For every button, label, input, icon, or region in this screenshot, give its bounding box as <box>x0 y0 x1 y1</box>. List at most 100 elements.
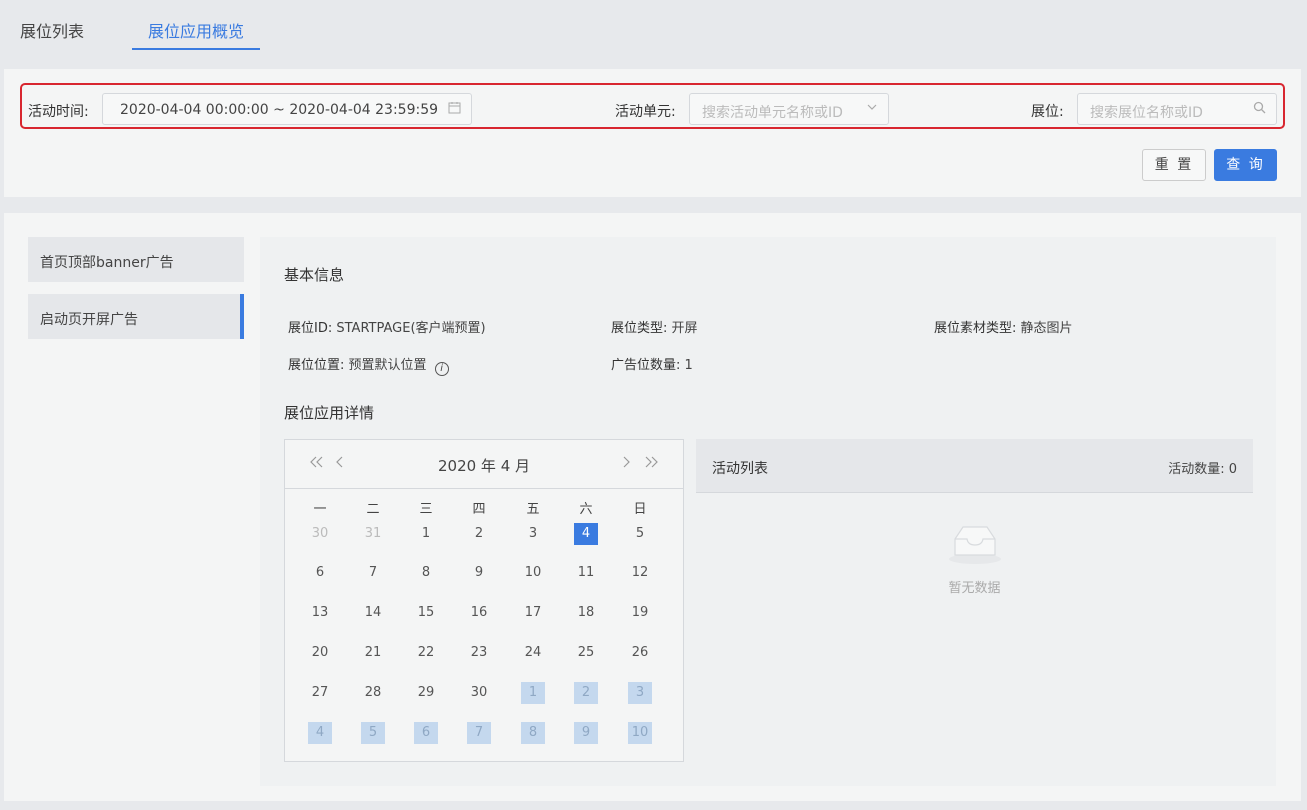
calendar-day[interactable]: 3 <box>521 523 545 545</box>
calendar-day[interactable]: 1 <box>414 523 438 545</box>
tab-booth-list[interactable]: 展位列表 <box>20 18 84 42</box>
calendar-day[interactable]: 7 <box>361 562 385 584</box>
calendar-day[interactable]: 9 <box>467 562 491 584</box>
calendar-day[interactable]: 5 <box>361 722 385 744</box>
activity-unit-select[interactable]: 搜索活动单元名称或ID <box>689 93 889 125</box>
position-label: 展位: <box>1031 104 1064 120</box>
calendar-day[interactable]: 1 <box>521 682 545 704</box>
calendar-day[interactable]: 2 <box>467 523 491 545</box>
calendar-weekday: 六 <box>579 502 593 517</box>
calendar-weekday: 三 <box>419 502 433 517</box>
calendar-day[interactable]: 14 <box>361 602 385 624</box>
ad-slot-count-info: 广告位数量: 1 <box>611 354 693 373</box>
calendar-day[interactable]: 3 <box>628 682 652 704</box>
activity-list-title: 活动列表 <box>712 461 768 477</box>
booth-id-key: 展位ID: <box>288 321 333 336</box>
calendar-day[interactable]: 10 <box>521 562 545 584</box>
calendar-day[interactable]: 8 <box>521 722 545 744</box>
sidebar-item-label: 启动页开屏广告 <box>40 312 138 328</box>
calendar-weekday: 一 <box>313 502 327 517</box>
sidebar-item-homepage-banner[interactable]: 首页顶部banner广告 <box>28 237 244 282</box>
calendar-day[interactable]: 5 <box>628 523 652 545</box>
calendar-day[interactable]: 10 <box>628 722 652 744</box>
calendar-day[interactable]: 27 <box>308 682 332 704</box>
calendar-day[interactable]: 18 <box>574 602 598 624</box>
calendar-day[interactable]: 6 <box>308 562 332 584</box>
calendar-day[interactable]: 26 <box>628 642 652 664</box>
activity-time-value: 2020-04-04 00:00:00 ~ 2020-04-04 23:59:5… <box>120 102 439 118</box>
booth-material-value: 静态图片 <box>1020 321 1073 336</box>
calendar-day[interactable]: 15 <box>414 602 438 624</box>
main-panel: 首页顶部banner广告 启动页开屏广告 基本信息 展位ID: STARTPAG… <box>4 213 1301 801</box>
calendar-weekday: 五 <box>526 502 540 517</box>
calendar-day[interactable]: 6 <box>414 722 438 744</box>
calendar-day[interactable]: 2 <box>574 682 598 704</box>
booth-id-info: 展位ID: STARTPAGE(客户端预置) <box>288 317 486 336</box>
calendar-day[interactable]: 28 <box>361 682 385 704</box>
activity-list-header: 活动列表 活动数量: 0 <box>696 439 1253 493</box>
next-month-icon[interactable] <box>621 454 631 473</box>
booth-id-value: STARTPAGE(客户端预置) <box>336 321 486 336</box>
booth-detail-title: 展位应用详情 <box>284 404 375 422</box>
booth-location-key: 展位位置: <box>288 358 345 373</box>
activity-unit-placeholder: 搜索活动单元名称或ID <box>702 105 843 121</box>
calendar-day[interactable]: 31 <box>361 523 385 545</box>
tab-booth-overview[interactable]: 展位应用概览 <box>148 18 244 42</box>
calendar: 2020 年 4 月 一二三四五六日 30 31 1 2 3 4 5 6 7 8 9 10 11 12 13 1… <box>284 439 684 762</box>
activity-time-label: 活动时间: <box>28 104 89 120</box>
calendar-day[interactable]: 4 <box>308 722 332 744</box>
calendar-day[interactable]: 16 <box>467 602 491 624</box>
booth-material-key: 展位素材类型: <box>934 321 1017 336</box>
calendar-day[interactable]: 4 <box>574 523 598 545</box>
sidebar-item-splash-ad[interactable]: 启动页开屏广告 <box>28 294 244 339</box>
calendar-day[interactable]: 30 <box>467 682 491 704</box>
booth-location-value: 预置默认位置 <box>348 358 427 373</box>
reset-button[interactable]: 重 置 <box>1142 149 1206 181</box>
calendar-day[interactable]: 19 <box>628 602 652 624</box>
calendar-day[interactable]: 25 <box>574 642 598 664</box>
booth-type-value: 开屏 <box>671 321 698 336</box>
calendar-day[interactable]: 24 <box>521 642 545 664</box>
calendar-day[interactable]: 29 <box>414 682 438 704</box>
position-search-input[interactable]: 搜索展位名称或ID <box>1077 93 1277 125</box>
ad-slot-count-key: 广告位数量: <box>611 358 681 373</box>
calendar-day[interactable]: 9 <box>574 722 598 744</box>
booth-detail-content: 基本信息 展位ID: STARTPAGE(客户端预置) 展位类型: 开屏 展位素… <box>260 237 1276 786</box>
chevron-down-icon <box>866 101 878 117</box>
next-year-icon[interactable] <box>643 454 659 473</box>
calendar-day[interactable]: 20 <box>308 642 332 664</box>
calendar-day[interactable]: 8 <box>414 562 438 584</box>
booth-type-info: 展位类型: 开屏 <box>611 317 698 336</box>
calendar-day[interactable]: 11 <box>574 562 598 584</box>
calendar-day[interactable]: 17 <box>521 602 545 624</box>
position-search-placeholder: 搜索展位名称或ID <box>1090 105 1203 121</box>
calendar-day[interactable]: 21 <box>361 642 385 664</box>
calendar-day[interactable]: 12 <box>628 562 652 584</box>
filter-panel: 活动时间: 2020-04-04 00:00:00 ~ 2020-04-04 2… <box>4 69 1301 197</box>
empty-text: 暂无数据 <box>948 581 1001 596</box>
booth-material-info: 展位素材类型: 静态图片 <box>934 317 1073 336</box>
activity-list-panel: 活动列表 活动数量: 0 暂无数据 <box>696 439 1253 762</box>
query-button[interactable]: 查 询 <box>1214 149 1277 181</box>
calendar-day[interactable]: 13 <box>308 602 332 624</box>
info-icon[interactable]: i <box>434 362 449 376</box>
booth-type-key: 展位类型: <box>611 321 668 336</box>
basic-info-title: 基本信息 <box>284 266 345 284</box>
calendar-icon <box>448 101 461 118</box>
ad-slot-count-value: 1 <box>684 358 693 373</box>
calendar-weekday: 日 <box>633 502 647 517</box>
calendar-day[interactable]: 30 <box>308 523 332 545</box>
empty-inbox-icon <box>946 523 1004 565</box>
activity-time-range-picker[interactable]: 2020-04-04 00:00:00 ~ 2020-04-04 23:59:5… <box>102 93 472 125</box>
calendar-header: 2020 年 4 月 <box>285 440 683 489</box>
activity-unit-label: 活动单元: <box>615 104 676 120</box>
booth-location-info: 展位位置: 预置默认位置 i <box>288 354 449 376</box>
top-tabs: 展位列表 展位应用概览 <box>0 0 1307 60</box>
search-icon <box>1253 101 1266 118</box>
calendar-day[interactable]: 7 <box>467 722 491 744</box>
activity-count: 活动数量: 0 <box>1168 462 1237 477</box>
calendar-weekday: 二 <box>366 502 380 517</box>
calendar-day[interactable]: 22 <box>414 642 438 664</box>
calendar-day[interactable]: 23 <box>467 642 491 664</box>
sidebar-item-label: 首页顶部banner广告 <box>40 255 174 271</box>
